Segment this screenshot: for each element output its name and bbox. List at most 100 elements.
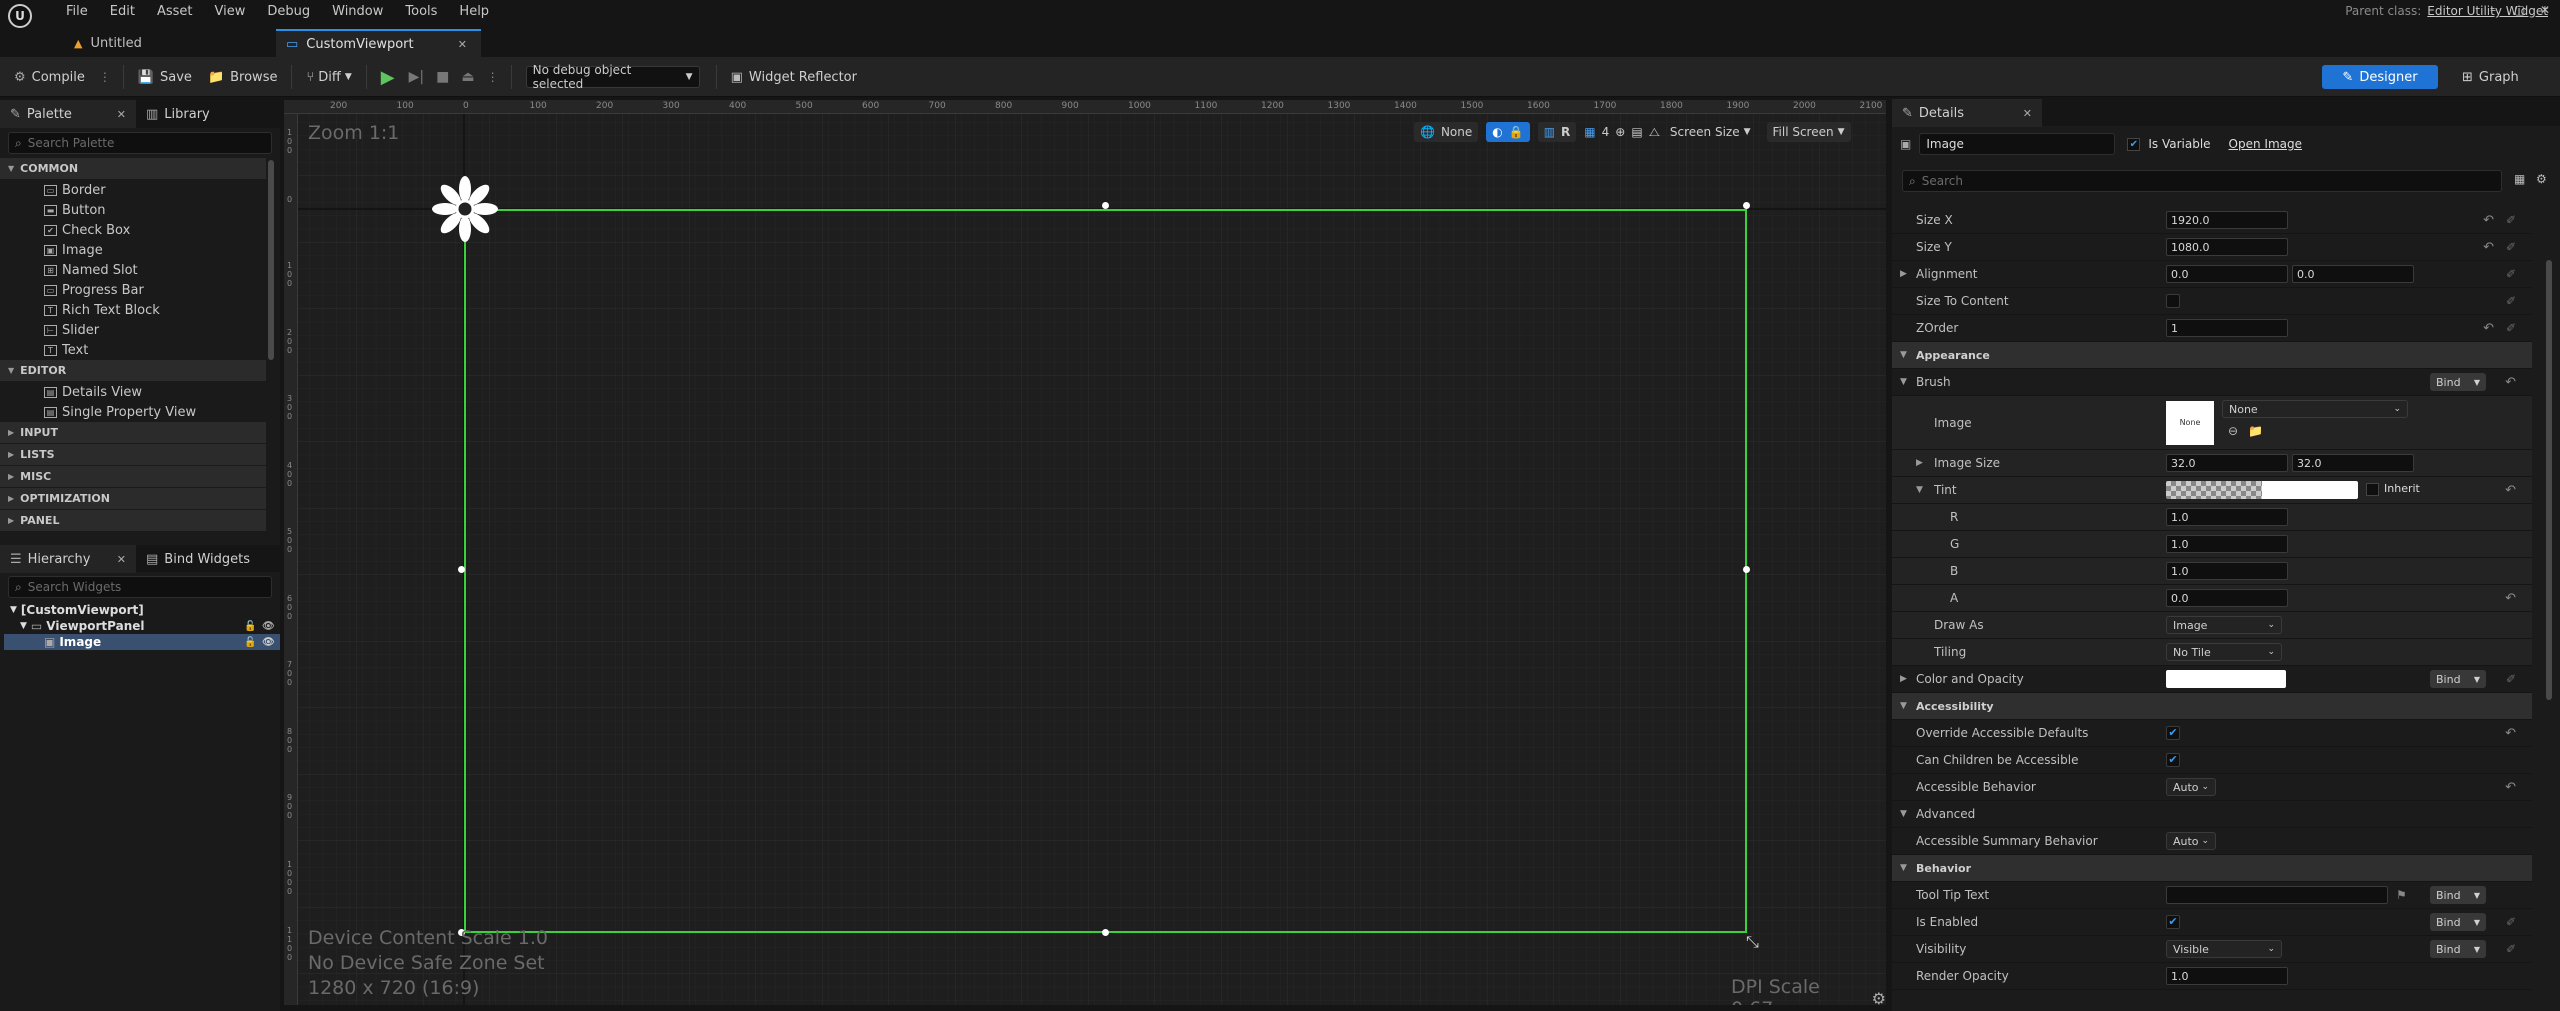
mode-toggle[interactable]: ◐ 🔒: [1486, 122, 1530, 142]
reset-icon[interactable]: ↶: [2505, 591, 2516, 606]
flag-icon[interactable]: ⚑: [2396, 888, 2407, 902]
resize-handle-top-center[interactable]: [1102, 202, 1109, 209]
tint-color-swatch[interactable]: [2166, 481, 2358, 499]
menu-item-tools[interactable]: Tools: [405, 4, 437, 19]
tab-untitled[interactable]: ▲ Untitled: [66, 29, 276, 57]
tooltip-input[interactable]: [2166, 886, 2388, 904]
zorder-input[interactable]: 1: [2166, 319, 2288, 337]
tint-g-input[interactable]: 1.0: [2166, 535, 2288, 553]
pin-icon[interactable]: ✐: [2506, 672, 2516, 686]
hierarchy-search-input[interactable]: ⌕ Search Widgets: [8, 576, 272, 598]
tab-palette[interactable]: ✎ Palette ✕: [0, 100, 136, 128]
tab-library[interactable]: ▥ Library: [136, 100, 220, 128]
close-tab-icon[interactable]: ✕: [458, 38, 467, 51]
snap-icon[interactable]: ⊕: [1615, 125, 1625, 139]
menu-item-edit[interactable]: Edit: [110, 4, 135, 19]
open-image-link[interactable]: Open Image: [2229, 137, 2302, 151]
diff-button[interactable]: ⑂ Diff ▼: [298, 62, 359, 92]
section-behavior[interactable]: ▼ Behavior: [1892, 855, 2532, 882]
reset-icon[interactable]: ↶: [2483, 240, 2494, 255]
palette-search-input[interactable]: ⌕ Search Palette: [8, 132, 272, 154]
palette-category-optimization[interactable]: ▶ OPTIMIZATION: [0, 488, 266, 510]
alignment-y-input[interactable]: 0.0: [2292, 265, 2414, 283]
use-selected-icon[interactable]: ⊖: [2228, 424, 2238, 438]
eye-icon[interactable]: 👁: [262, 621, 275, 632]
tab-details[interactable]: ✎ Details ✕: [1892, 99, 2042, 127]
palette-item-single-property-view[interactable]: ▤ Single Property View: [0, 402, 266, 422]
tab-hierarchy[interactable]: ☰ Hierarchy ✕: [0, 545, 136, 573]
reset-icon[interactable]: ↶: [2505, 483, 2516, 498]
palette-category-input[interactable]: ▶ INPUT: [0, 422, 266, 444]
menu-item-help[interactable]: Help: [459, 4, 489, 19]
pin-icon[interactable]: ✐: [2506, 942, 2516, 956]
browse-button[interactable]: 📁 Browse: [200, 62, 286, 92]
image-size-y-input[interactable]: 32.0: [2292, 454, 2414, 472]
resize-handle-bottom-center[interactable]: [1102, 929, 1109, 936]
designer-button[interactable]: ✎ Designer: [2322, 65, 2438, 89]
close-tab-icon[interactable]: ✕: [2023, 107, 2032, 120]
designer-viewport[interactable]: 200 100 0 100 200 300 400 500 600 700 800 900 1000 11…: [284, 100, 1886, 1005]
override-access-checkbox[interactable]: ✔: [2166, 726, 2180, 740]
details-scrollbar[interactable]: [2546, 260, 2552, 700]
is-variable-checkbox[interactable]: ✔: [2127, 137, 2141, 151]
respect-locks-toggle[interactable]: ▥ R: [1537, 122, 1577, 142]
access-summary-dropdown[interactable]: Auto ⌄: [2166, 832, 2216, 850]
resize-handle-right-center[interactable]: [1743, 566, 1750, 573]
palette-item-check-box[interactable]: ✔ Check Box: [0, 220, 266, 240]
render-opacity-input[interactable]: 1.0: [2166, 967, 2288, 985]
close-tab-icon[interactable]: ✕: [117, 108, 126, 121]
resize-handle-top-right[interactable]: [1743, 202, 1750, 209]
step-icon[interactable]: ▶|: [409, 69, 424, 85]
play-icon[interactable]: ▶: [381, 67, 395, 88]
stop-icon[interactable]: ■: [436, 69, 449, 85]
expand-arrow-icon[interactable]: ▶: [1916, 458, 1923, 468]
tint-b-input[interactable]: 1.0: [2166, 562, 2288, 580]
grid-snap-toggle[interactable]: ▦ 4 ⊕ ▤ ⧍: [1584, 122, 1660, 142]
palette-item-slider[interactable]: ⊢ Slider: [0, 320, 266, 340]
reset-icon[interactable]: ↶: [2505, 726, 2516, 741]
tree-image[interactable]: ▣ Image 🔓 👁: [4, 634, 280, 650]
image-view-icon[interactable]: ▤: [1631, 125, 1642, 139]
locale-button[interactable]: 🌐 None: [1414, 122, 1479, 142]
tiling-dropdown[interactable]: No Tile ⌄: [2166, 643, 2282, 661]
tint-r-input[interactable]: 1.0: [2166, 508, 2288, 526]
section-appearance[interactable]: ▼ Appearance: [1892, 342, 2532, 369]
fill-screen-dropdown[interactable]: Fill Screen ▼: [1766, 122, 1851, 142]
menu-item-view[interactable]: View: [215, 4, 246, 19]
menu-item-debug[interactable]: Debug: [267, 4, 310, 19]
resize-handle-left-center[interactable]: [458, 566, 465, 573]
eject-icon[interactable]: ⏏: [461, 69, 474, 85]
expand-arrow-icon[interactable]: ▶: [1900, 674, 1907, 684]
color-opacity-swatch[interactable]: [2166, 670, 2286, 688]
image-size-x-input[interactable]: 32.0: [2166, 454, 2288, 472]
graph-button[interactable]: ⊞ Graph: [2462, 65, 2519, 89]
visibility-bind-dropdown[interactable]: Bind ▼: [2430, 940, 2486, 958]
section-accessibility[interactable]: ▼ Accessibility: [1892, 693, 2532, 720]
widget-reflector-button[interactable]: ▣ Widget Reflector: [723, 62, 865, 92]
table-view-icon[interactable]: ▦: [2514, 172, 2525, 186]
debug-object-select[interactable]: No debug object selected ▼: [525, 63, 700, 91]
palette-item-named-slot[interactable]: ⊞ Named Slot: [0, 260, 266, 280]
draw-as-dropdown[interactable]: Image ⌄: [2166, 616, 2282, 634]
palette-item-details-view[interactable]: ▤ Details View: [0, 382, 266, 402]
chevron-down-icon[interactable]: ▼: [1900, 377, 1907, 387]
inherit-checkbox[interactable]: [2366, 483, 2379, 496]
palette-category-panel[interactable]: ▶ PANEL: [0, 510, 266, 532]
ruler-icon[interactable]: ⧍: [1649, 125, 1660, 140]
expand-arrow-icon[interactable]: ▶: [1900, 269, 1907, 279]
save-button[interactable]: 💾 Save: [130, 62, 200, 92]
image-asset-dropdown[interactable]: None ⌄: [2222, 400, 2408, 418]
settings-icon[interactable]: ⚙: [2536, 172, 2547, 186]
tooltip-bind-dropdown[interactable]: Bind ▼: [2430, 886, 2486, 904]
browse-asset-icon[interactable]: 📁: [2248, 424, 2263, 438]
color-bind-dropdown[interactable]: Bind ▼: [2430, 670, 2486, 688]
palette-category-lists[interactable]: ▶ LISTS: [0, 444, 266, 466]
palette-item-border[interactable]: ▭ Border: [0, 180, 266, 200]
tab-customviewport[interactable]: ▭ CustomViewport ✕: [276, 29, 481, 57]
size-to-content-checkbox[interactable]: [2166, 294, 2180, 308]
pin-icon[interactable]: ✐: [2506, 213, 2516, 227]
lock-icon[interactable]: 🔓: [244, 637, 256, 648]
palette-item-text[interactable]: T Text: [0, 340, 266, 360]
menu-item-asset[interactable]: Asset: [157, 4, 193, 19]
close-window-icon[interactable]: ✕: [2540, 3, 2550, 17]
